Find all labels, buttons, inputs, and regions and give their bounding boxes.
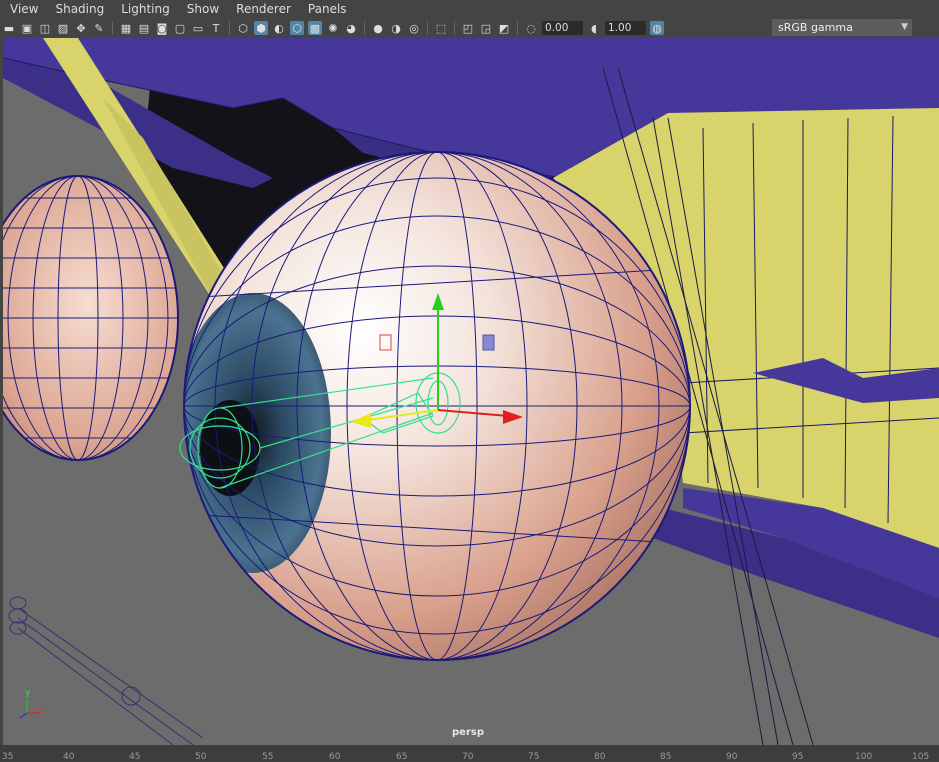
field-chart-icon[interactable]: ▭ bbox=[191, 21, 205, 35]
panel-menubar: View Shading Lighting Show Renderer Pane… bbox=[0, 0, 939, 18]
film-gate-icon[interactable]: ▤ bbox=[137, 21, 151, 35]
toolbar-separator bbox=[454, 21, 455, 35]
menu-panels[interactable]: Panels bbox=[298, 0, 354, 18]
xray-joints-icon[interactable]: ◩ bbox=[497, 21, 511, 35]
camera-name-label: persp bbox=[452, 727, 484, 738]
safe-action-icon[interactable]: T bbox=[209, 21, 223, 35]
menu-shading[interactable]: Shading bbox=[45, 0, 111, 18]
textured-icon[interactable]: ▩ bbox=[308, 21, 322, 35]
grid-icon[interactable]: ▦ bbox=[119, 21, 133, 35]
smooth-shade-icon[interactable]: ⬢ bbox=[254, 21, 268, 35]
menu-view[interactable]: View bbox=[0, 0, 45, 18]
menu-renderer[interactable]: Renderer bbox=[226, 0, 298, 18]
axis-y-label: y bbox=[25, 688, 31, 698]
toolbar-separator bbox=[364, 21, 365, 35]
gate-mask-icon[interactable]: ▢ bbox=[173, 21, 187, 35]
default-material-icon[interactable]: ◐ bbox=[272, 21, 286, 35]
xray-icon[interactable]: ◰ bbox=[461, 21, 475, 35]
shadows-icon[interactable]: ◕ bbox=[344, 21, 358, 35]
resolution-gate-icon[interactable]: ◙ bbox=[155, 21, 169, 35]
toolbar-separator bbox=[229, 21, 230, 35]
exposure-field[interactable]: 0.00 bbox=[542, 21, 583, 35]
wireframe-icon[interactable]: ⬡ bbox=[236, 21, 250, 35]
wireframe-on-shaded-icon[interactable]: ⬡ bbox=[290, 21, 304, 35]
isolate-select-icon[interactable]: ⬚ bbox=[434, 21, 448, 35]
motion-blur-icon[interactable]: ◑ bbox=[389, 21, 403, 35]
grease-pencil-icon[interactable]: ✎ bbox=[92, 21, 106, 35]
use-all-lights-icon[interactable]: ✺ bbox=[326, 21, 340, 35]
color-space-value: sRGB gamma bbox=[778, 21, 853, 34]
image-plane-icon[interactable]: ▨ bbox=[56, 21, 70, 35]
menu-show[interactable]: Show bbox=[177, 0, 226, 18]
multisample-aa-icon[interactable]: ◎ bbox=[407, 21, 421, 35]
two-d-pan-icon[interactable]: ✥ bbox=[74, 21, 88, 35]
toolbar-separator bbox=[112, 21, 113, 35]
select-camera-icon[interactable]: ▬ bbox=[2, 21, 16, 35]
time-slider-ruler[interactable]: 35 40 45 50 55 60 65 70 75 80 85 90 95 1… bbox=[0, 745, 939, 762]
gamma-icon[interactable]: ◖ bbox=[587, 21, 601, 35]
color-space-dropdown[interactable]: sRGB gamma ▼ bbox=[772, 19, 912, 36]
axis-x-label: x bbox=[39, 706, 45, 716]
toolbar-separator bbox=[517, 21, 518, 35]
chevron-down-icon: ▼ bbox=[901, 22, 908, 32]
color-management-icon[interactable]: ◍ bbox=[650, 21, 664, 35]
perspective-viewport[interactable]: y x bbox=[3, 38, 939, 745]
exposure-icon[interactable]: ◌ bbox=[524, 21, 538, 35]
menu-lighting[interactable]: Lighting bbox=[111, 0, 177, 18]
bookmark-icon[interactable]: ◫ bbox=[38, 21, 52, 35]
toolbar-separator bbox=[427, 21, 428, 35]
viewport-scene bbox=[3, 38, 939, 745]
camera-attributes-icon[interactable]: ▣ bbox=[20, 21, 34, 35]
gamma-field[interactable]: 1.00 bbox=[605, 21, 646, 35]
xray-active-components-icon[interactable]: ◲ bbox=[479, 21, 493, 35]
screen-space-ao-icon[interactable]: ● bbox=[371, 21, 385, 35]
